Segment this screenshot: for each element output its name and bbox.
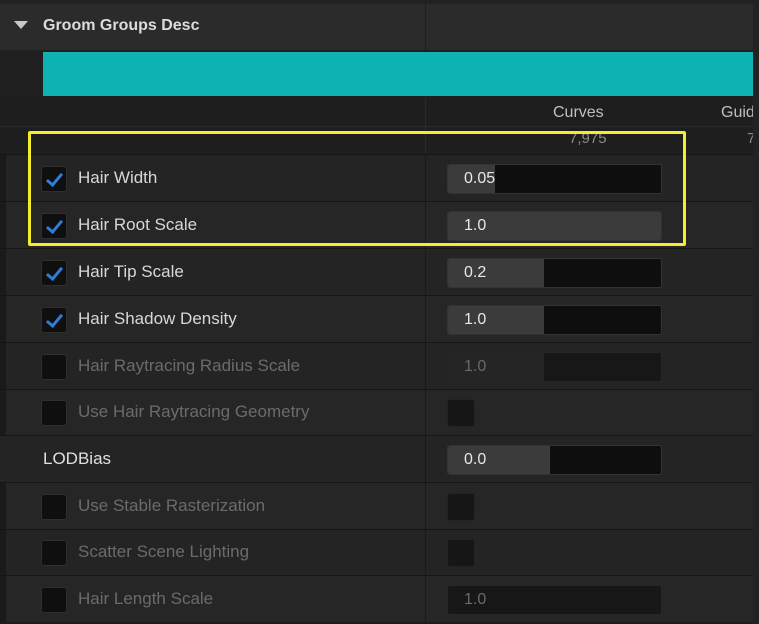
override-checkbox[interactable] [41,587,67,613]
override-checkbox[interactable] [41,494,67,520]
property-label: Hair Length Scale [78,589,214,608]
collapse-triangle-icon[interactable] [14,21,28,29]
numeric-input[interactable]: 0.0 [447,445,662,475]
property-label: Hair Width [78,168,158,187]
numeric-value: 0.0 [464,451,487,468]
checkmark-icon [45,168,64,188]
property-row: Hair Raytracing Radius Scale 1.0 [0,342,759,389]
numeric-input[interactable]: 1.0 [447,352,662,382]
numeric-value: 1.0 [464,217,487,234]
numeric-input[interactable]: 0.2 [447,258,662,288]
numeric-value: 1.0 [464,591,487,608]
curves-column-header: Curves [553,104,604,121]
numeric-value: 0.05 [464,170,496,187]
override-checkbox[interactable] [41,213,67,239]
property-row: LODBias 0.0 [0,435,759,482]
property-row: Hair Tip Scale 0.2 [0,248,759,295]
property-label: Hair Shadow Density [78,309,237,328]
guides-column-header: Guid [721,104,755,121]
property-label: Use Stable Rasterization [78,496,266,515]
override-checkbox[interactable] [41,307,67,333]
override-checkbox[interactable] [41,166,67,192]
override-checkbox[interactable] [41,540,67,566]
curves-count: 7,975 [569,130,607,147]
property-label: Use Hair Raytracing Geometry [78,402,310,421]
numeric-value: 1.0 [464,358,487,375]
scroll-track[interactable] [753,0,759,624]
property-label: Hair Tip Scale [78,262,184,281]
numeric-input[interactable]: 1.0 [447,305,662,335]
section-header-groom-groups-desc[interactable]: Groom Groups Desc [0,0,759,51]
property-label: Hair Raytracing Radius Scale [78,356,301,375]
value-checkbox[interactable] [447,493,475,521]
property-row: Hair Shadow Density 1.0 [0,295,759,342]
group-info-header: Curves Guid 7,975 7 [0,98,759,154]
property-row: Hair Width 0.05 [0,154,759,201]
value-checkbox[interactable] [447,539,475,567]
numeric-value: 0.2 [464,264,487,281]
numeric-value: 1.0 [464,311,487,328]
property-row: Use Stable Rasterization [0,482,759,529]
numeric-input[interactable]: 1.0 [447,211,662,241]
checkmark-icon [45,262,64,282]
property-row: Hair Length Scale 1.0 [0,575,759,622]
details-panel: Groom Groups Desc Curves Guid 7,975 7 Ha… [0,0,759,624]
numeric-input[interactable]: 1.0 [447,585,662,615]
property-row: Hair Root Scale 1.0 [0,201,759,248]
group-color-swatch[interactable] [43,52,759,96]
section-title: Groom Groups Desc [43,17,200,34]
property-row: Scatter Scene Lighting [0,529,759,575]
property-label: LODBias [43,449,112,468]
override-checkbox[interactable] [41,260,67,286]
property-label: Hair Root Scale [78,215,198,234]
checkmark-icon [45,309,64,329]
checkmark-icon [45,215,64,235]
property-row: Use Hair Raytracing Geometry [0,389,759,435]
override-checkbox[interactable] [41,354,67,380]
value-checkbox[interactable] [447,399,475,427]
group-color-row [0,50,759,98]
property-label: Scatter Scene Lighting [78,542,250,561]
numeric-input[interactable]: 0.05 [447,164,662,194]
override-checkbox[interactable] [41,400,67,426]
